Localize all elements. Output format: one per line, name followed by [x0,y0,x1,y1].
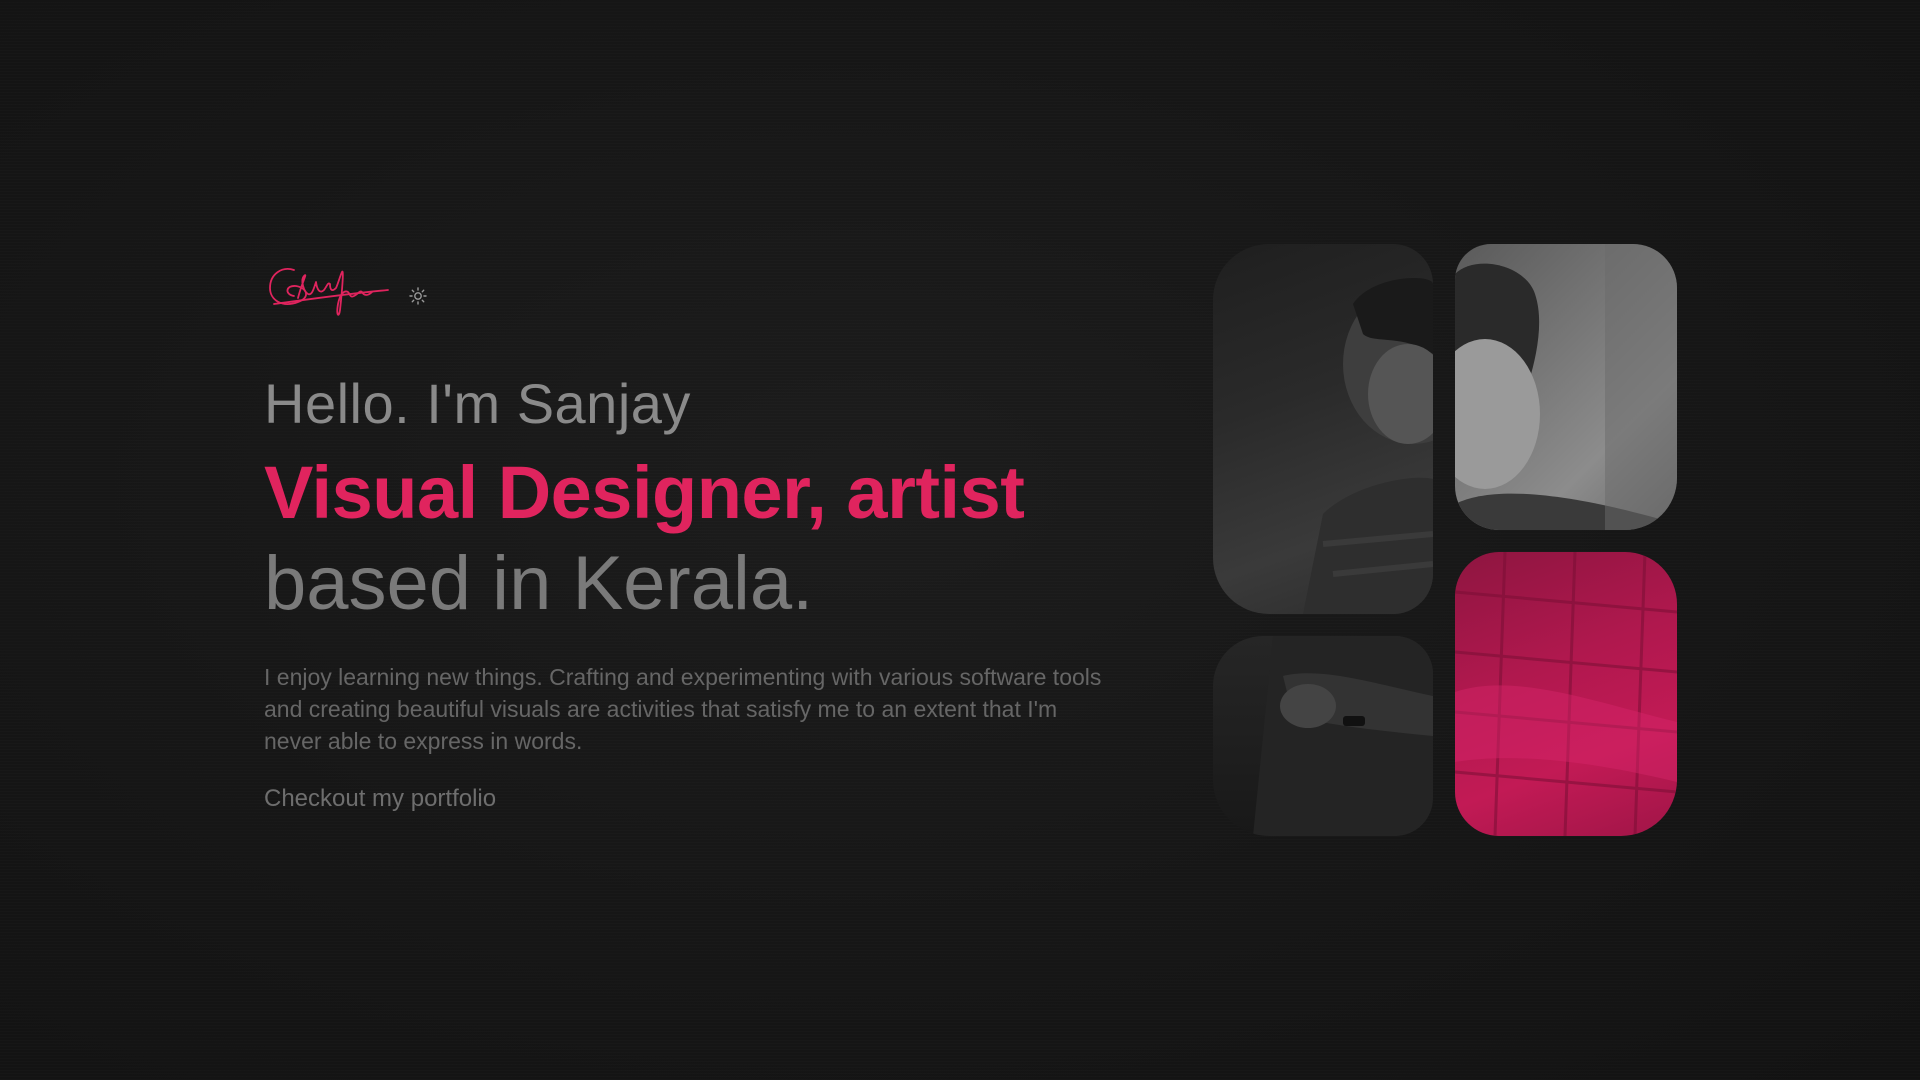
photo-collage [1213,244,1677,836]
portrait-right-image [1455,244,1677,530]
location-heading: based in Kerala. [264,540,814,626]
theme-toggle-button[interactable] [406,284,430,308]
shirt-accent-image [1455,552,1677,836]
role-heading: Visual Designer, artist [264,451,1025,535]
portfolio-link[interactable]: Checkout my portfolio [264,785,496,813]
portrait-left-image [1303,278,1433,614]
brand-row [264,250,1124,330]
greeting-heading: Hello. I'm Sanjay [264,372,691,435]
bio-paragraph: I enjoy learning new things. Crafting an… [264,664,1102,755]
photo-tile-arms-crossed [1213,636,1433,836]
signature-logo[interactable] [264,252,392,328]
landing-page: Hello. I'm Sanjay Visual Designer, artis… [0,0,1920,1080]
arms-crossed-image [1253,636,1433,836]
sun-icon [409,287,427,305]
photo-tile-portrait-right [1455,244,1677,530]
hero-section: Hello. I'm Sanjay Visual Designer, artis… [264,250,1124,813]
photo-tile-shirt-accent [1455,552,1677,836]
photo-tile-portrait-left [1213,244,1433,614]
